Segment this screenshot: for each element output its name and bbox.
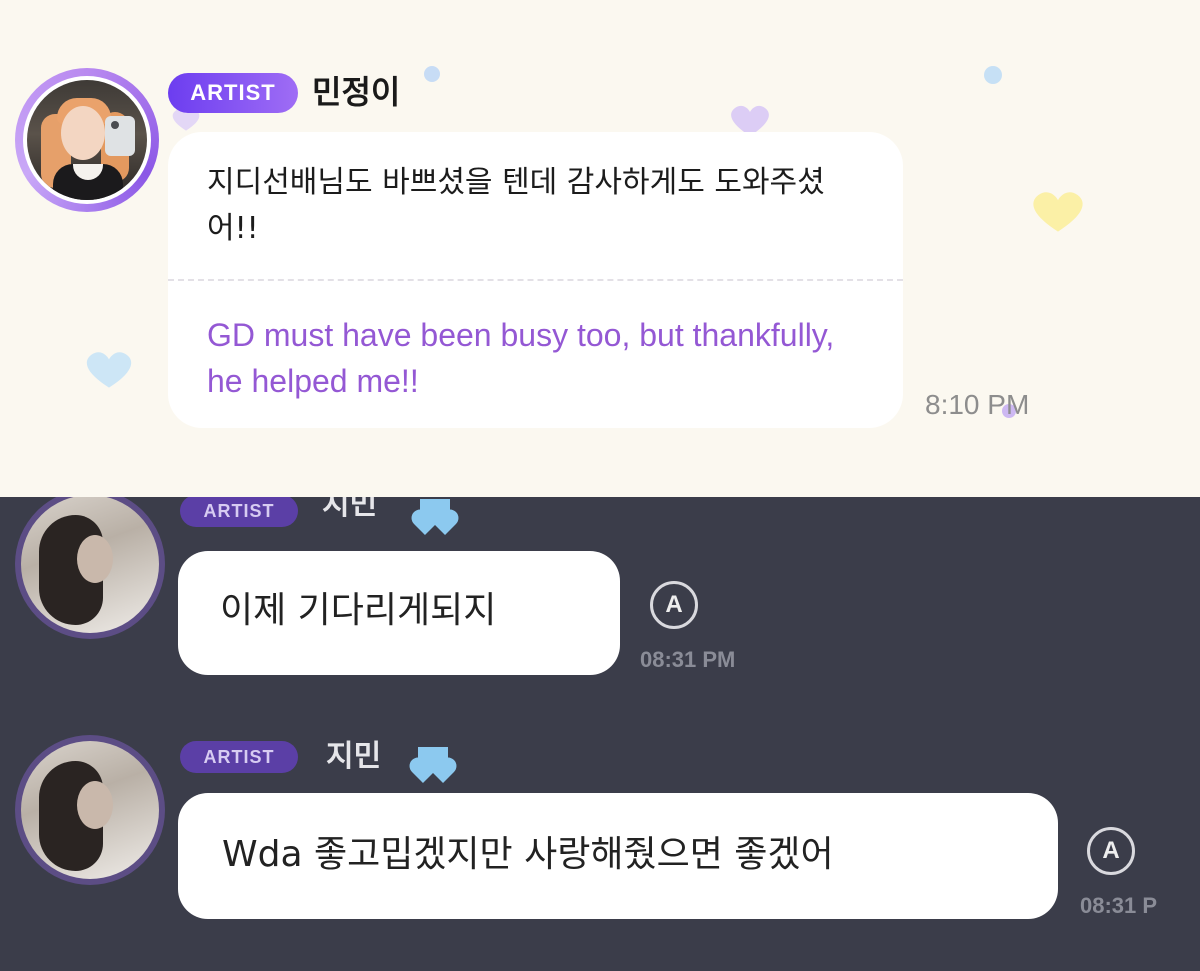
message-original-text: 지디선배님도 바쁘셨을 텐데 감사하게도 도와주셨어!!: [207, 165, 825, 246]
message-text: 이제 기다리게되지: [220, 590, 497, 631]
message-timestamp: 08:31 P: [1080, 893, 1158, 918]
blue-heart-icon: [418, 747, 448, 773]
message-timestamp: 8:10 PM: [925, 389, 1030, 420]
blue-heart-decoration: [86, 352, 132, 388]
artist-badge: ARTIST: [180, 497, 298, 527]
message-timestamp: 08:31 PM: [640, 647, 736, 672]
blue-heart-icon: [420, 499, 450, 525]
translate-icon[interactable]: A: [650, 581, 698, 629]
artist-avatar[interactable]: [15, 68, 159, 212]
avatar-photo: [21, 741, 159, 879]
avatar-photo: [21, 497, 159, 633]
artist-avatar[interactable]: [15, 735, 165, 885]
message-bubble[interactable]: 이제 기다리게되지: [178, 551, 620, 675]
artist-badge: ARTIST: [180, 741, 298, 773]
avatar-frame: [23, 76, 151, 204]
confetti-dot-decoration: [424, 66, 440, 82]
avatar-face-shape: [77, 781, 113, 829]
top-chat-panel: ARTIST 민정이 지디선배님도 바쁘셨을 텐데 감사하게도 도와주셨어!! …: [0, 0, 1200, 497]
avatar-face-shape: [77, 535, 113, 583]
avatar-face-shape: [61, 106, 105, 160]
translation-divider: [168, 279, 903, 281]
artist-badge: ARTIST: [168, 73, 298, 113]
confetti-dot-decoration: [984, 66, 1002, 84]
yellow-heart-decoration: [1033, 192, 1083, 232]
bottom-chat-panel: ARTIST 지민 이제 기다리게되지 A 08:31 PM ARTIST 지민…: [0, 497, 1200, 971]
avatar-phone-shape: [105, 116, 135, 156]
artist-avatar[interactable]: [15, 497, 165, 639]
sender-name[interactable]: 민정이: [312, 70, 400, 114]
message-text: Wda 좋고밉겠지만 사랑해줬으면 좋겠어: [222, 834, 834, 875]
translate-icon[interactable]: A: [1087, 827, 1135, 875]
avatar-photo: [27, 80, 147, 200]
sender-name[interactable]: 지민: [322, 497, 377, 525]
sender-name[interactable]: 지민: [326, 737, 381, 777]
message-bubble[interactable]: Wda 좋고밉겠지만 사랑해줬으면 좋겠어: [178, 793, 1058, 919]
message-translation-text: GD must have been busy too, but thankful…: [207, 317, 835, 399]
